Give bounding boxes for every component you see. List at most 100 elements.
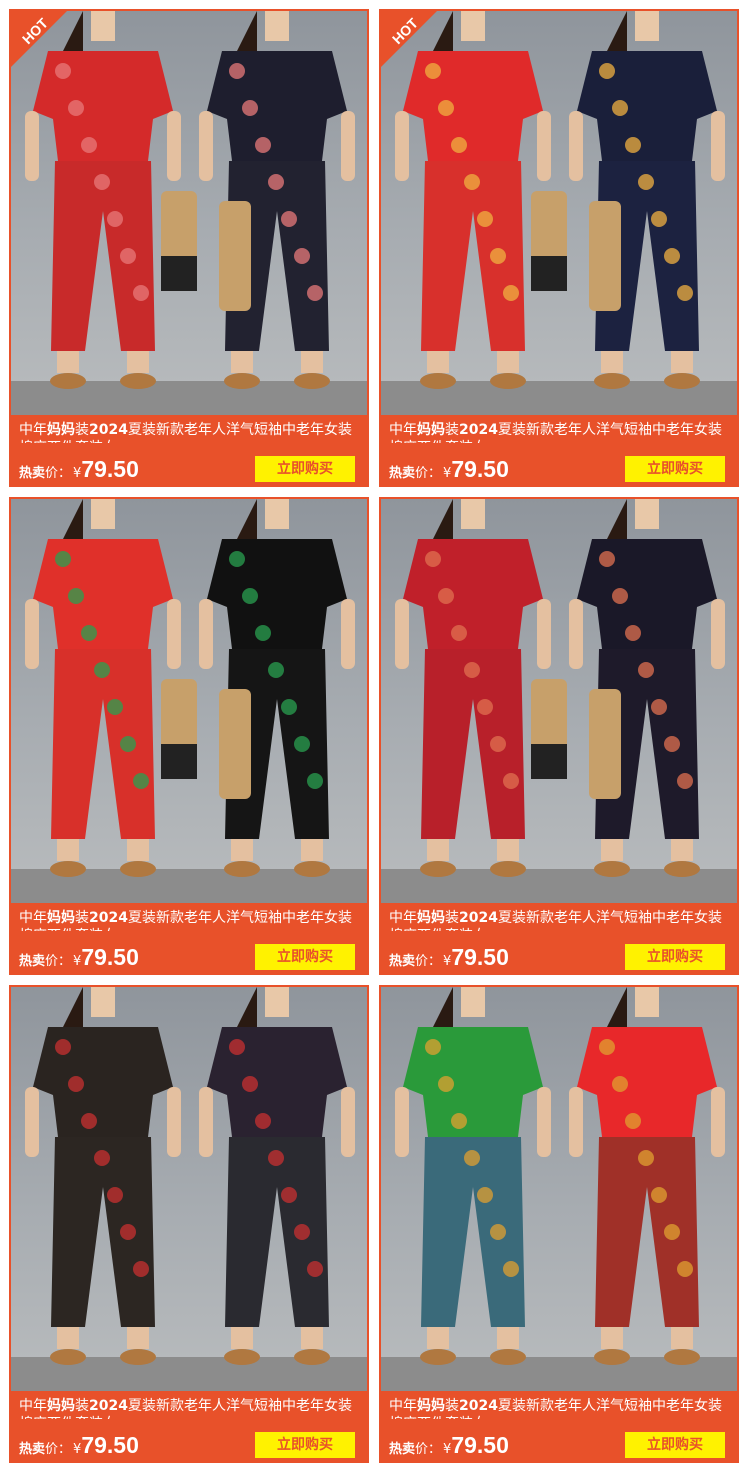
model-left-shoe-left: [50, 373, 86, 389]
model-left-top: [403, 539, 543, 649]
model-left-arm-right: [537, 1087, 551, 1157]
model-left-pattern: [120, 1224, 136, 1240]
model-right-pattern: [229, 63, 245, 79]
model-right-pattern: [612, 1076, 628, 1092]
product-card[interactable]: 中年妈妈装2024夏装新款老年人洋气短袖中老年女装棉麻两件套装女 热卖价：¥79…: [9, 497, 369, 975]
product-title[interactable]: 中年妈妈装2024夏装新款老年人洋气短袖中老年女装棉麻两件套装女: [389, 909, 729, 931]
model-right-pattern: [281, 699, 297, 715]
product-image[interactable]: [381, 11, 737, 415]
model-left-pattern: [503, 773, 519, 789]
model-left-shoe-right: [490, 1349, 526, 1365]
product-card[interactable]: 中年妈妈装2024夏装新款老年人洋气短袖中老年女装棉麻两件套装女 热卖价：¥79…: [379, 985, 739, 1463]
model-left-pattern: [490, 1224, 506, 1240]
price-row: 热卖价： ¥79.50 立即购买: [19, 1432, 364, 1462]
model-right-neck: [265, 11, 289, 41]
model-right-pattern: [255, 137, 271, 153]
model-left-hair: [433, 499, 453, 539]
model-right-arm-left: [199, 599, 213, 669]
model-right-shoe-right: [294, 1349, 330, 1365]
price-label-hot: 热卖: [389, 954, 416, 969]
product-title[interactable]: 中年妈妈装2024夏装新款老年人洋气短袖中老年女装棉麻两件套装女: [19, 909, 359, 931]
product-image[interactable]: [11, 987, 367, 1391]
model-left-neck: [461, 987, 485, 1017]
model-right-pattern: [242, 588, 258, 604]
model-left-pattern: [464, 662, 480, 678]
model-left-pattern: [464, 174, 480, 190]
buy-now-button[interactable]: 立即购买: [625, 944, 725, 970]
model-right-pattern: [307, 285, 323, 301]
model-left-arm-right: [167, 1087, 181, 1157]
product-title-segment: 中年: [389, 910, 417, 926]
product-title[interactable]: 中年妈妈装2024夏装新款老年人洋气短袖中老年女装棉麻两件套装女: [19, 1397, 359, 1419]
model-left-top: [33, 1027, 173, 1137]
model-left-pattern: [81, 137, 97, 153]
model-left-arm-left: [395, 599, 409, 669]
model-right-pattern: [625, 625, 641, 641]
price-row: 热卖价： ¥79.50 立即购买: [389, 456, 734, 486]
buy-now-button[interactable]: 立即购买: [255, 456, 355, 482]
model-left-ankle-right: [127, 1327, 149, 1349]
buy-now-button[interactable]: 立即购买: [625, 456, 725, 482]
model-right-arm-left: [199, 1087, 213, 1157]
product-title[interactable]: 中年妈妈装2024夏装新款老年人洋气短袖中老年女装棉麻两件套装女: [19, 421, 359, 443]
price-label: 热卖价：: [19, 1442, 71, 1457]
model-left-pattern: [68, 1076, 84, 1092]
model-right-hair: [607, 987, 627, 1027]
price-label-suffix: 价：: [415, 954, 442, 969]
model-left-ankle-right: [497, 1327, 519, 1349]
model-left-pattern: [81, 625, 97, 641]
model-left-arm-left: [395, 111, 409, 181]
product-title-segment: 装: [445, 1398, 459, 1414]
model-left-ankle-left: [57, 351, 79, 373]
model-right-hair: [607, 11, 627, 51]
model-left-neck: [91, 499, 115, 529]
product-card[interactable]: 中年妈妈装2024夏装新款老年人洋气短袖中老年女装棉麻两件套装女 热卖价：¥79…: [9, 985, 369, 1463]
buy-now-button[interactable]: 立即购买: [255, 1432, 355, 1458]
product-title-segment: 中年: [19, 910, 47, 926]
product-title-segment: 装: [75, 1398, 89, 1414]
model-right-arm-left: [199, 111, 213, 181]
model-right-pattern: [307, 773, 323, 789]
price-value: 79.50: [81, 456, 139, 482]
model-right-arm-left: [569, 111, 583, 181]
model-left-pattern: [81, 1113, 97, 1129]
model-left-shoe-left: [50, 1349, 86, 1365]
price-row: 热卖价： ¥79.50 立即购买: [19, 456, 364, 486]
product-title-segment: 装: [75, 910, 89, 926]
product-image[interactable]: [11, 11, 367, 415]
model-right-neck: [265, 499, 289, 529]
model-right-pattern: [638, 1150, 654, 1166]
model-left-ankle-right: [497, 839, 519, 861]
hot-badge: HOT: [9, 9, 69, 69]
model-right-ankle-left: [231, 839, 253, 861]
product-image[interactable]: [381, 987, 737, 1391]
product-card[interactable]: 中年妈妈装2024夏装新款老年人洋气短袖中老年女装棉麻两件套装女 热卖价：¥79…: [379, 497, 739, 975]
model-right-top: [577, 51, 717, 161]
model-right-shoe-right: [664, 373, 700, 389]
product-title-segment: 2024: [459, 422, 498, 438]
model-right-ankle-right: [301, 351, 323, 373]
model-left-pattern: [55, 1039, 71, 1055]
product-title[interactable]: 中年妈妈装2024夏装新款老年人洋气短袖中老年女装棉麻两件套装女: [389, 421, 729, 443]
model-right-pattern: [677, 285, 693, 301]
model-right-pattern: [612, 100, 628, 116]
product-image[interactable]: [11, 499, 367, 903]
product-image[interactable]: [381, 499, 737, 903]
product-title[interactable]: 中年妈妈装2024夏装新款老年人洋气短袖中老年女装棉麻两件套装女: [389, 1397, 729, 1419]
model-left-hair: [433, 987, 453, 1027]
model-right-arm-right: [341, 1087, 355, 1157]
product-card[interactable]: HOT 中年妈妈装2024夏装新款老年人洋气短袖中老年女装棉麻两件套装女 热卖价：…: [379, 9, 739, 487]
price-value: 79.50: [451, 944, 509, 970]
product-title-segment: 装: [445, 422, 459, 438]
buy-now-button[interactable]: 立即购买: [255, 944, 355, 970]
price-value: 79.50: [451, 456, 509, 482]
model-right-hair: [237, 11, 257, 51]
hot-badge: HOT: [379, 9, 439, 69]
model-left-neck: [461, 499, 485, 529]
model-right-pattern: [242, 100, 258, 116]
price-label-hot: 热卖: [19, 954, 46, 969]
buy-now-button[interactable]: 立即购买: [625, 1432, 725, 1458]
model-left-pattern: [107, 699, 123, 715]
product-card[interactable]: HOT 中年妈妈装2024夏装新款老年人洋气短袖中老年女装棉麻两件套装女 热卖价：…: [9, 9, 369, 487]
model-right-pattern: [612, 588, 628, 604]
